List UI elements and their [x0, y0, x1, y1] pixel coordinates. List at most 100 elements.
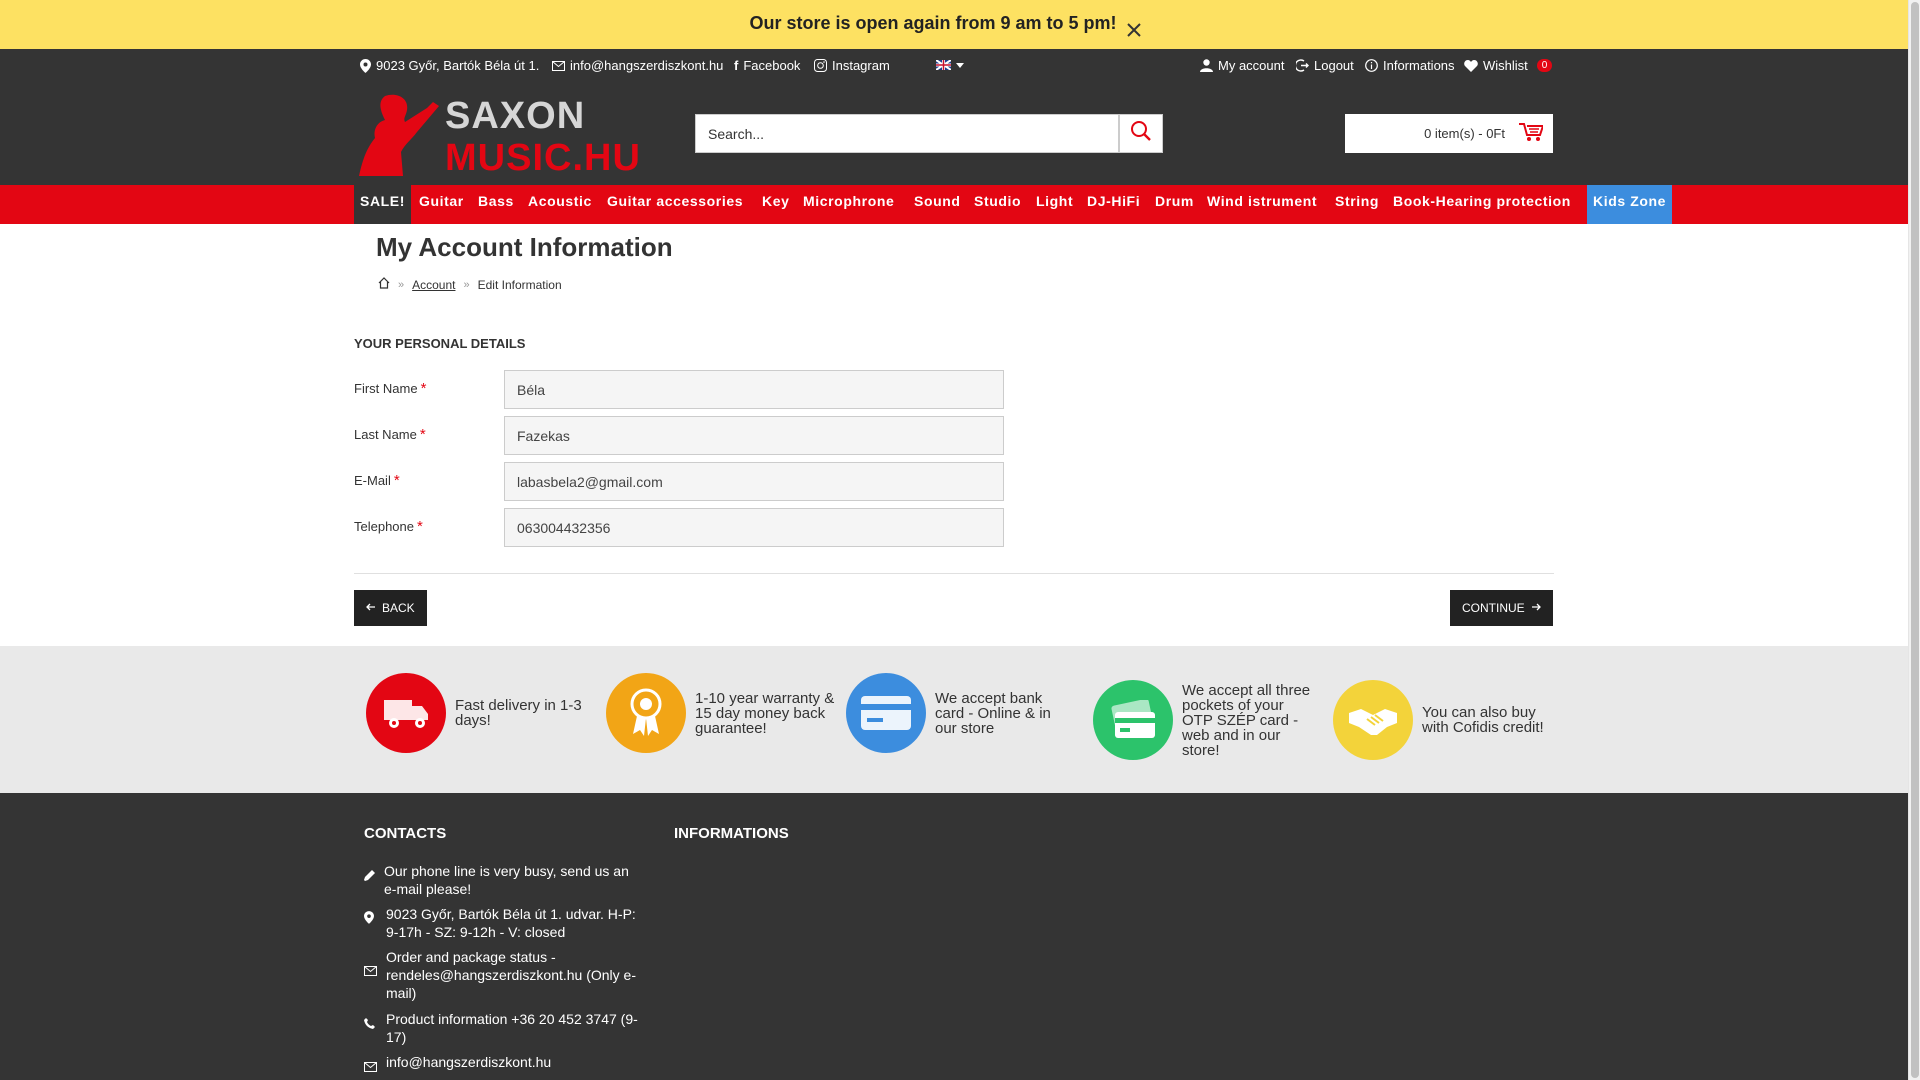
language-selector[interactable]	[936, 60, 964, 70]
breadcrumb-current: Edit Information	[477, 277, 562, 292]
menu-item-dj-hifi[interactable]: DJ-HiFi	[1087, 185, 1140, 224]
page-title: My Account Information	[376, 232, 673, 262]
last-name-input[interactable]	[504, 416, 1004, 455]
menu-item-drum[interactable]: Drum	[1155, 185, 1194, 224]
info-icon	[1365, 59, 1378, 72]
scrollbar-thumb[interactable]	[1911, 2, 1919, 1078]
menu-item-sale[interactable]: SALE!	[354, 185, 411, 224]
continue-button[interactable]: CONTINUE	[1450, 590, 1553, 626]
facebook-icon: f	[734, 58, 739, 73]
logo-line2: MUSIC.HU	[445, 137, 641, 176]
contact-item: Order and package status - rendeles@hang…	[364, 948, 644, 1002]
main-menu: SALE! Guitar Bass Acoustic Guitar access…	[0, 185, 1908, 224]
logout-link[interactable]: Logout	[1296, 58, 1354, 73]
mail-icon	[552, 60, 565, 71]
user-icon	[1200, 59, 1213, 72]
required-mark: *	[419, 426, 426, 443]
menu-item-guitar[interactable]: Guitar	[419, 185, 464, 224]
required-mark: *	[420, 380, 427, 397]
menu-item-studio[interactable]: Studio	[974, 185, 1021, 224]
logo[interactable]: SAXON MUSIC.HU	[357, 92, 671, 179]
menu-item-book-hearing-protection[interactable]: Book-Hearing protection	[1393, 185, 1571, 224]
menu-item-string[interactable]: String	[1335, 185, 1379, 224]
contact-item: 9023 Győr, Bartók Béla út 1. udvar. H-P:…	[364, 905, 644, 941]
back-button[interactable]: BACK	[354, 590, 427, 626]
email-input[interactable]	[504, 462, 1004, 501]
wishlist-text: Wishlist	[1483, 58, 1528, 73]
informations-link[interactable]: Informations	[1365, 58, 1455, 73]
menu-item-acoustic[interactable]: Acoustic	[528, 185, 592, 224]
header: SAXON MUSIC.HU Search... 0 item(s) - 0Ft	[0, 84, 1908, 185]
notice-text: Our store is open again from 9 am to 5 p…	[749, 13, 1117, 33]
email-link[interactable]: info@hangszerdiszkont.hu	[552, 58, 723, 73]
last-name-label: Last Name *	[354, 426, 426, 443]
payment-card-icon	[1093, 680, 1173, 760]
breadcrumb-separator: »	[463, 278, 470, 291]
required-mark: *	[393, 472, 400, 489]
email-text: info@hangszerdiszkont.hu	[570, 58, 724, 73]
handshake-icon	[1333, 680, 1413, 760]
cart-icon	[1519, 122, 1545, 145]
chevron-down-icon	[956, 62, 964, 68]
telephone-input[interactable]	[504, 508, 1004, 547]
uk-flag-icon	[936, 60, 951, 70]
award-icon	[606, 673, 686, 753]
breadcrumb-account-link[interactable]: Account	[412, 278, 455, 292]
wishlist-link[interactable]: Wishlist 0	[1464, 58, 1553, 73]
search-icon	[1130, 120, 1152, 147]
email-label: E-Mail *	[354, 472, 400, 489]
feature-cofidis: You can also buy with Cofidis credit!	[1333, 680, 1557, 760]
notice-bar: Our store is open again from 9 am to 5 p…	[0, 0, 1908, 49]
form-legend: YOUR PERSONAL DETAILS	[354, 336, 526, 351]
menu-item-kids-zone[interactable]: Kids Zone	[1587, 185, 1673, 224]
contact-text: Product information +36 20 452 3747 (9-1…	[386, 1011, 638, 1045]
search-button[interactable]	[1119, 114, 1163, 153]
phone-icon	[364, 1010, 386, 1033]
feature-bank-card: We accept bank card - Online & in our st…	[846, 673, 1065, 753]
first-name-input[interactable]	[504, 370, 1004, 409]
home-icon[interactable]	[378, 277, 390, 292]
contact-text: info@hangszerdiszkont.hu	[386, 1054, 552, 1070]
search-input[interactable]: Search...	[695, 114, 1119, 153]
mail-icon	[364, 1053, 386, 1076]
feature-text: You can also buy with Cofidis credit!	[1422, 704, 1544, 736]
breadcrumb: » Account » Edit Information	[378, 277, 562, 292]
back-label: BACK	[382, 601, 415, 615]
address-link[interactable]: 9023 Győr, Bartók Béla út 1.	[360, 58, 539, 73]
facebook-link[interactable]: f Facebook	[734, 58, 800, 73]
scrollbar[interactable]	[1908, 0, 1920, 1080]
menu-item-light[interactable]: Light	[1036, 185, 1073, 224]
contact-text: 9023 Győr, Bartók Béla út 1. udvar. H-P:…	[386, 906, 636, 940]
top-bar: 9023 Győr, Bartók Béla út 1. info@hangsz…	[0, 49, 1908, 84]
last-name-row: Last Name *	[354, 416, 1004, 456]
cart-button[interactable]: 0 item(s) - 0Ft	[1345, 114, 1553, 153]
menu-item-wind-instrument[interactable]: Wind istrument	[1207, 185, 1317, 224]
contact-text: Order and package status - rendeles@hang…	[386, 949, 637, 1001]
truck-icon	[366, 673, 446, 753]
my-account-link[interactable]: My account	[1200, 58, 1284, 73]
feature-szep-card: We accept all three pockets of your OTP …	[1093, 680, 1312, 760]
contact-item[interactable]: info@hangszerdiszkont.hu	[364, 1053, 644, 1076]
mail-icon	[364, 948, 386, 980]
address-text: 9023 Győr, Bartók Béla út 1.	[376, 58, 540, 73]
menu-item-key[interactable]: Key	[762, 185, 789, 224]
pen-icon	[364, 862, 384, 885]
logout-icon	[1296, 59, 1309, 72]
feature-warranty: 1-10 year warranty & 15 day money back g…	[606, 673, 835, 753]
menu-item-guitar-accessories[interactable]: Guitar accessories	[607, 185, 743, 224]
feature-text: 1-10 year warranty & 15 day money back g…	[695, 689, 835, 737]
menu-item-sound[interactable]: Sound	[914, 185, 961, 224]
logout-text: Logout	[1314, 58, 1354, 73]
required-mark: *	[417, 518, 423, 535]
contact-item: Product information +36 20 452 3747 (9-1…	[364, 1010, 644, 1046]
menu-item-bass[interactable]: Bass	[478, 185, 514, 224]
menu-item-microphone[interactable]: Microphrone	[803, 185, 894, 224]
first-name-label: First Name *	[354, 380, 427, 397]
first-name-row: First Name *	[354, 370, 1004, 410]
credit-card-icon	[846, 673, 926, 753]
close-icon[interactable]	[1124, 20, 1144, 40]
search-placeholder: Search...	[708, 126, 765, 142]
feature-delivery: Fast delivery in 1-3 days!	[366, 673, 595, 753]
instagram-link[interactable]: Instagram	[814, 58, 890, 73]
arrow-right-icon	[1531, 601, 1541, 615]
